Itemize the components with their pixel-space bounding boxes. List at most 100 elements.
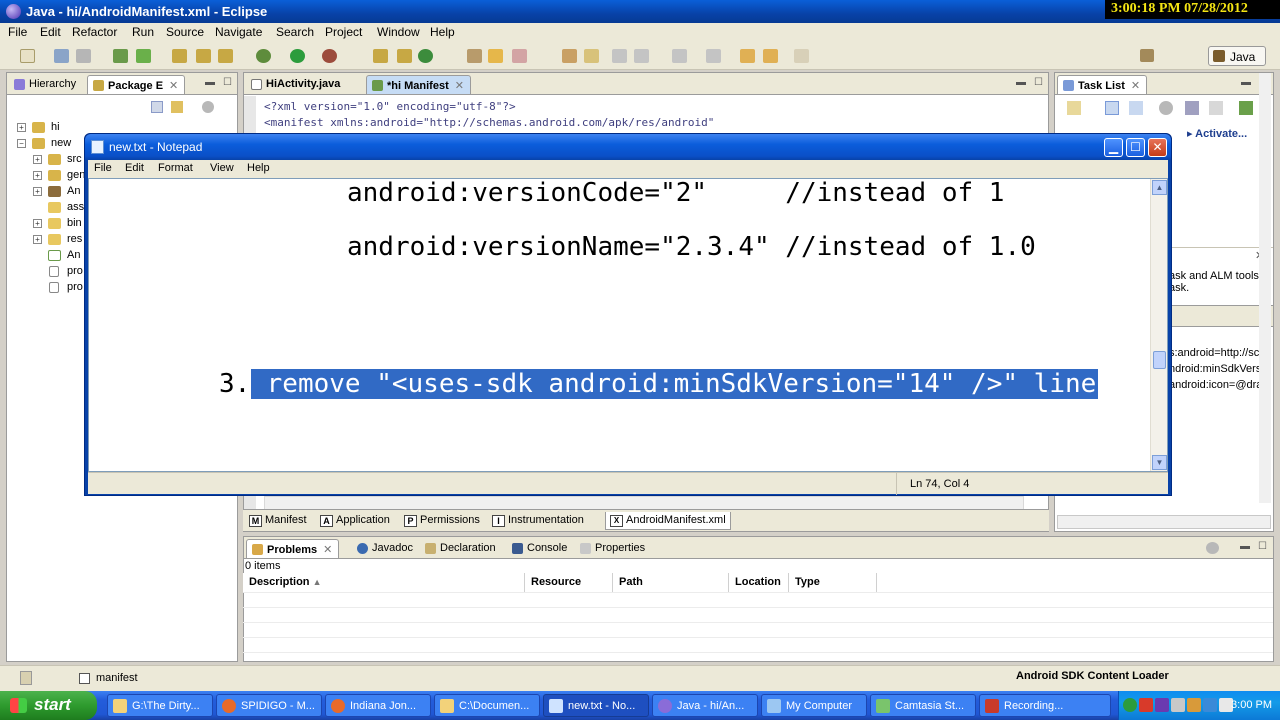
tab-hiactivity[interactable]: HiActivity.java [246, 75, 346, 94]
tab-hierarchy[interactable]: Hierarchy [9, 75, 82, 94]
save-icon[interactable] [54, 49, 69, 63]
tab-javadoc[interactable]: Javadoc [352, 539, 419, 558]
tab-hi-manifest[interactable]: *hi Manifest ✕ [366, 75, 471, 94]
code-line-2[interactable]: <manifest xmlns:android="http://schemas.… [264, 116, 714, 129]
code-line-1[interactable]: <?xml version="1.0" encoding="utf-8"?> [264, 100, 516, 113]
maximize-button[interactable]: ☐ [1126, 138, 1145, 157]
task-button-recording[interactable]: Recording... [979, 694, 1111, 717]
java-perspective-button[interactable]: Java [1208, 46, 1266, 66]
next-annotation-icon[interactable] [672, 49, 687, 63]
tab-manifest[interactable]: M Manifest [245, 512, 311, 530]
focus-icon[interactable] [1159, 101, 1173, 115]
scheduled-icon[interactable] [1129, 101, 1143, 115]
expand-icon[interactable]: + [33, 155, 42, 164]
expand-icon[interactable]: + [33, 219, 42, 228]
open-folder-icon[interactable] [488, 49, 503, 63]
open-type-icon[interactable] [373, 49, 388, 63]
minimize-button[interactable]: ▁ [1104, 138, 1123, 157]
maximize-icon[interactable]: ☐ [223, 77, 232, 88]
task-button-my-computer[interactable]: My Computer [761, 694, 867, 717]
back-icon[interactable] [763, 49, 778, 63]
maximize-icon[interactable]: ☐ [1034, 77, 1043, 88]
tab-declaration[interactable]: Declaration [420, 539, 502, 558]
menu-edit[interactable]: Edit [40, 25, 61, 39]
close-icon[interactable]: ✕ [169, 80, 178, 92]
prev-annotation-icon[interactable] [706, 49, 721, 63]
open-perspective-icon[interactable] [1140, 49, 1154, 62]
fast-view-icon[interactable] [20, 671, 32, 685]
menu-source[interactable]: Source [166, 25, 204, 39]
tab-problems[interactable]: Problems ✕ [246, 539, 340, 558]
np-menu-help[interactable]: Help [247, 162, 270, 174]
refresh-icon[interactable] [418, 49, 433, 63]
np-menu-format[interactable]: Format [158, 162, 193, 174]
external-tools-icon[interactable] [322, 49, 337, 63]
expand-icon[interactable]: + [17, 123, 26, 132]
task-repository-icon[interactable] [1239, 101, 1253, 115]
new-test-icon[interactable] [196, 49, 211, 63]
security-icon[interactable] [1155, 698, 1169, 712]
menu-help[interactable]: Help [430, 25, 455, 39]
task-button-spidigo[interactable]: SPIDIGO - M... [216, 694, 322, 717]
view-menu-icon[interactable] [202, 101, 214, 113]
tab-console[interactable]: Console [507, 539, 573, 558]
scroll-thumb[interactable] [1153, 351, 1166, 369]
tab-task-list[interactable]: Task List ✕ [1057, 75, 1148, 94]
new-task-icon[interactable] [1067, 101, 1081, 115]
android-sdk-icon[interactable] [113, 49, 128, 63]
menu-run[interactable]: Run [132, 25, 154, 39]
minimize-icon[interactable]: ▬ [1240, 541, 1250, 552]
outline-hscrollbar[interactable] [1057, 515, 1271, 529]
scroll-up-icon[interactable]: ▲ [1152, 180, 1167, 195]
expand-icon[interactable]: + [33, 235, 42, 244]
close-icon[interactable]: ✕ [455, 80, 464, 92]
editor-hscrollbar[interactable] [264, 496, 1024, 510]
new-xml-icon[interactable] [218, 49, 233, 63]
collapse-all-icon[interactable] [151, 101, 163, 113]
annotation-icon[interactable] [562, 49, 577, 63]
open-task-icon[interactable] [467, 49, 482, 63]
categorized-icon[interactable] [1105, 101, 1119, 115]
print-icon[interactable] [76, 49, 91, 63]
task-button-documents[interactable]: C:\Documen... [434, 694, 540, 717]
outline-line-2[interactable]: ndroid:minSdkVersi [1169, 363, 1264, 375]
sync-icon[interactable] [1209, 101, 1223, 115]
debug-icon[interactable] [256, 49, 271, 63]
expand-icon[interactable]: + [33, 187, 42, 196]
bluetooth-icon[interactable] [1203, 698, 1217, 712]
activate-link[interactable]: ▸ Activate... [1187, 127, 1247, 140]
minimize-icon[interactable]: ▬ [1241, 77, 1251, 88]
view-menu-icon[interactable] [1206, 542, 1219, 554]
menu-refactor[interactable]: Refactor [72, 25, 117, 39]
menu-window[interactable]: Window [377, 25, 420, 39]
minimize-icon[interactable]: ▬ [205, 77, 215, 88]
collapse-tasks-icon[interactable] [1185, 101, 1199, 115]
column-resource[interactable]: Resource [525, 573, 613, 592]
tab-instrumentation[interactable]: I Instrumentation [488, 512, 588, 530]
outline-line-3[interactable]: android:icon=@dra [1169, 379, 1262, 391]
task-button-notepad[interactable]: new.txt - No... [543, 694, 649, 717]
taskbar-clock[interactable]: 3:00 PM [1231, 699, 1272, 711]
volume-icon[interactable] [1171, 698, 1185, 712]
outline-vscrollbar[interactable] [1259, 73, 1271, 503]
block-icon[interactable] [634, 49, 649, 63]
eclipse-title-bar[interactable]: Java - hi/AndroidManifest.xml - Eclipse … [0, 0, 1280, 23]
update-icon[interactable] [1187, 698, 1201, 712]
task-button-camtasia[interactable]: Camtasia St... [870, 694, 976, 717]
tab-properties[interactable]: Properties [575, 539, 651, 558]
column-type[interactable]: Type [789, 573, 877, 592]
pin-icon[interactable] [584, 49, 599, 63]
outline-line-1[interactable]: s:android=http://sc [1169, 347, 1259, 359]
link-editor-icon[interactable] [171, 101, 183, 113]
pen-icon[interactable] [512, 49, 527, 63]
minimize-icon[interactable]: ▬ [1016, 77, 1026, 88]
tab-application[interactable]: A Application [316, 512, 394, 530]
collapse-icon[interactable]: − [17, 139, 26, 148]
menu-search[interactable]: Search [276, 25, 314, 39]
task-button-folder-dirty[interactable]: G:\The Dirty... [107, 694, 213, 717]
tab-package-explorer[interactable]: Package E ✕ [87, 75, 186, 94]
np-menu-file[interactable]: File [94, 162, 112, 174]
back-edit-icon[interactable] [740, 49, 755, 63]
tab-permissions[interactable]: P Permissions [400, 512, 484, 530]
avd-icon[interactable] [136, 49, 151, 63]
